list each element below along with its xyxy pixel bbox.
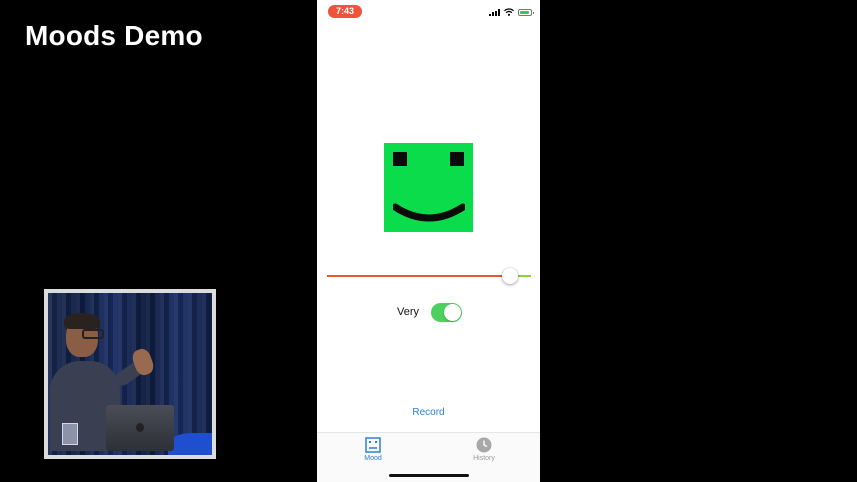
slide-title: Moods Demo bbox=[25, 20, 203, 51]
slider-thumb[interactable] bbox=[501, 268, 518, 284]
record-button[interactable]: Record bbox=[317, 407, 540, 418]
tab-history[interactable]: History bbox=[464, 437, 504, 462]
presenter-hair bbox=[64, 313, 100, 329]
battery-level bbox=[520, 11, 529, 14]
clock-icon bbox=[476, 437, 492, 453]
mood-slider[interactable] bbox=[327, 268, 531, 286]
laptop bbox=[106, 405, 174, 451]
intensity-row: Very bbox=[397, 302, 463, 322]
intensity-label: Very bbox=[397, 306, 420, 318]
status-time[interactable]: 7:43 bbox=[328, 5, 362, 18]
right-eye bbox=[450, 152, 464, 166]
phone-screen: 7:43 Very Record Mood History bbox=[317, 0, 540, 482]
status-icons bbox=[489, 8, 534, 16]
tab-mood[interactable]: Mood bbox=[353, 437, 393, 462]
wifi-icon bbox=[504, 8, 514, 16]
home-indicator[interactable] bbox=[389, 474, 469, 477]
face-icon bbox=[365, 437, 381, 453]
stage-desk bbox=[168, 433, 212, 455]
water-glass bbox=[62, 423, 78, 445]
battery-icon bbox=[518, 9, 534, 16]
tab-mood-label: Mood bbox=[364, 455, 382, 462]
mood-face-image bbox=[384, 143, 473, 232]
laptop-logo-icon bbox=[136, 423, 144, 432]
intensity-toggle[interactable] bbox=[431, 302, 463, 322]
cellular-signal-icon bbox=[489, 9, 500, 16]
left-eye bbox=[393, 152, 407, 166]
presenter-glasses bbox=[82, 329, 104, 339]
presenter-video-frame bbox=[48, 293, 212, 455]
toggle-knob bbox=[444, 303, 462, 321]
presenter-video bbox=[44, 289, 216, 459]
status-bar: 7:43 bbox=[317, 0, 540, 22]
slider-track-min bbox=[327, 275, 510, 277]
smile-mouth bbox=[393, 203, 465, 222]
tab-history-label: History bbox=[473, 455, 495, 462]
